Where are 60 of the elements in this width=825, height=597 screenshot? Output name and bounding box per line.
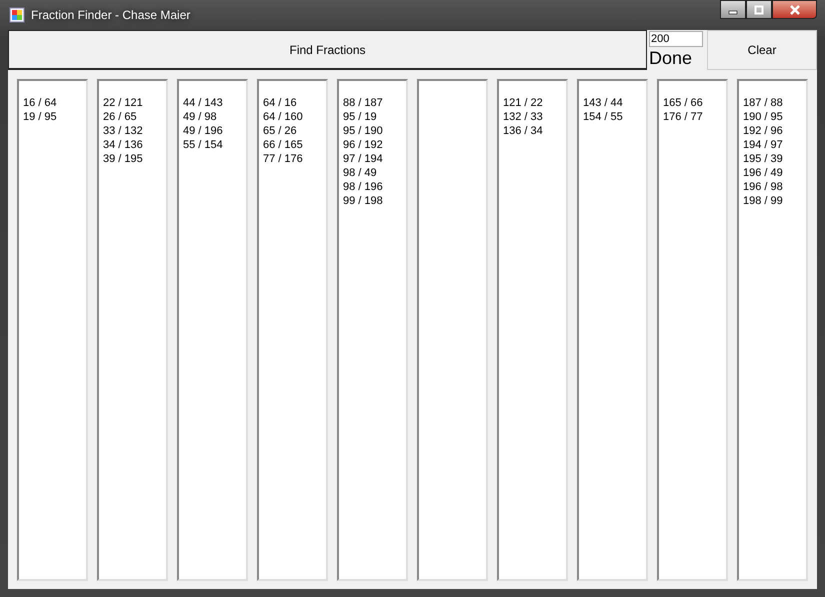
fraction-list[interactable]: 165 / 66 176 / 77 [657, 79, 728, 581]
fraction-item[interactable]: 77 / 176 [263, 152, 326, 166]
fraction-item[interactable]: 95 / 190 [343, 124, 406, 138]
close-icon [788, 4, 800, 14]
fraction-list[interactable]: 22 / 121 26 / 65 33 / 132 34 / 136 39 / 195 [97, 79, 168, 581]
fraction-item[interactable]: 98 / 196 [343, 180, 406, 194]
fraction-item[interactable]: 96 / 192 [343, 138, 406, 152]
fraction-list[interactable]: 16 / 64 19 / 95 [17, 79, 88, 581]
fraction-item[interactable]: 132 / 33 [503, 110, 566, 124]
fraction-item[interactable]: 176 / 77 [663, 110, 726, 124]
find-fractions-button[interactable]: Find Fractions [8, 30, 647, 70]
fraction-item[interactable]: 16 / 64 [23, 96, 86, 110]
minimize-button[interactable] [720, 0, 746, 19]
fraction-item[interactable]: 65 / 26 [263, 124, 326, 138]
maximize-icon [754, 4, 764, 14]
fraction-item[interactable]: 195 / 39 [743, 152, 806, 166]
fraction-list[interactable]: 64 / 16 64 / 160 65 / 26 66 / 165 77 / 176 [257, 79, 328, 581]
fraction-item[interactable]: 19 / 95 [23, 110, 86, 124]
app-icon [9, 7, 25, 23]
fraction-item[interactable]: 190 / 95 [743, 110, 806, 124]
window-title: Fraction Finder - Chase Maier [31, 8, 190, 22]
fraction-item[interactable]: 187 / 88 [743, 96, 806, 110]
fraction-item[interactable]: 194 / 97 [743, 138, 806, 152]
fraction-item[interactable]: 22 / 121 [103, 96, 166, 110]
fraction-list[interactable] [417, 79, 488, 581]
fraction-item[interactable]: 34 / 136 [103, 138, 166, 152]
fraction-item[interactable]: 33 / 132 [103, 124, 166, 138]
fraction-item[interactable]: 196 / 98 [743, 180, 806, 194]
fraction-item[interactable]: 95 / 19 [343, 110, 406, 124]
fraction-item[interactable]: 196 / 49 [743, 166, 806, 180]
fraction-item[interactable]: 44 / 143 [183, 96, 246, 110]
fraction-item[interactable]: 192 / 96 [743, 124, 806, 138]
fraction-item[interactable]: 88 / 187 [343, 96, 406, 110]
fraction-item[interactable]: 98 / 49 [343, 166, 406, 180]
fraction-item[interactable]: 143 / 44 [583, 96, 646, 110]
fraction-item[interactable]: 49 / 98 [183, 110, 246, 124]
clear-button[interactable]: Clear [707, 30, 817, 70]
fraction-item[interactable]: 154 / 55 [583, 110, 646, 124]
fraction-item[interactable]: 121 / 22 [503, 96, 566, 110]
fraction-list[interactable]: 121 / 22 132 / 33 136 / 34 [497, 79, 568, 581]
fraction-item[interactable]: 136 / 34 [503, 124, 566, 138]
fraction-item[interactable]: 55 / 154 [183, 138, 246, 152]
fraction-item[interactable]: 64 / 16 [263, 96, 326, 110]
fraction-list[interactable]: 143 / 44 154 / 55 [577, 79, 648, 581]
fraction-item[interactable]: 26 / 65 [103, 110, 166, 124]
fraction-item[interactable]: 49 / 196 [183, 124, 246, 138]
close-button[interactable] [772, 0, 817, 19]
fraction-item[interactable]: 39 / 195 [103, 152, 166, 166]
status-label: Done [649, 47, 694, 69]
fraction-list[interactable]: 88 / 187 95 / 19 95 / 190 96 / 192 97 / 194 98 / 49 98 / 196 99 / 198 [337, 79, 408, 581]
fraction-item[interactable]: 64 / 160 [263, 110, 326, 124]
fraction-item[interactable]: 198 / 99 [743, 194, 806, 208]
fraction-item[interactable]: 97 / 194 [343, 152, 406, 166]
maximize-button[interactable] [746, 0, 772, 19]
limit-field[interactable]: 200 [649, 31, 703, 47]
fraction-list[interactable]: 44 / 143 49 / 98 49 / 196 55 / 154 [177, 79, 248, 581]
fraction-item[interactable]: 66 / 165 [263, 138, 326, 152]
fraction-item[interactable]: 99 / 198 [343, 194, 406, 208]
fraction-list[interactable]: 187 / 88 190 / 95 192 / 96 194 / 97 195 / 39 196 / 49 196 / 98 198 / 99 [737, 79, 808, 581]
fraction-item[interactable]: 165 / 66 [663, 96, 726, 110]
